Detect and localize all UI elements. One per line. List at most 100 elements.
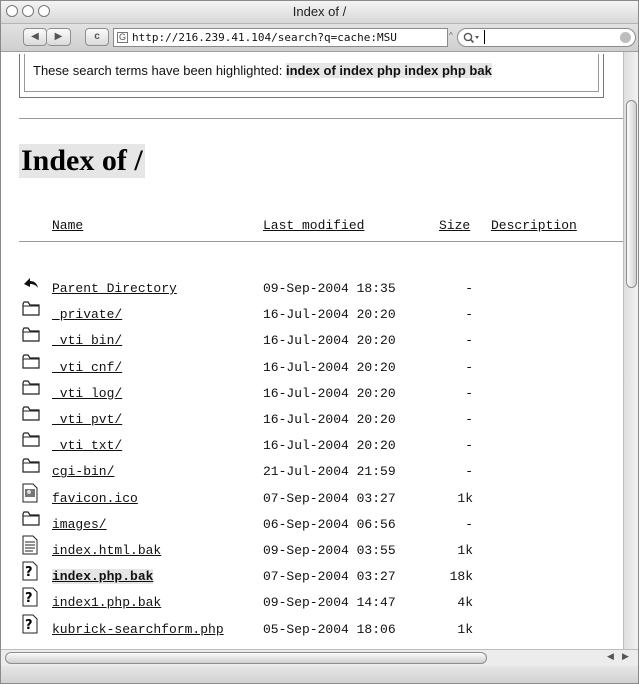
column-description-link[interactable]: Description xyxy=(491,218,577,233)
table-row: _vti_bin/16-Jul-2004 20:20 - xyxy=(1,327,623,355)
scroll-right-icon[interactable]: ▶ xyxy=(622,651,629,662)
scroll-left-icon[interactable]: ◀ xyxy=(607,651,614,662)
last-modified: 07-Sep-2004 03:27 xyxy=(263,490,396,506)
folder-icon[interactable] xyxy=(21,430,41,452)
page-title: Index of / xyxy=(19,144,145,178)
back-arrow-icon[interactable] xyxy=(21,273,41,295)
vertical-scrollbar[interactable] xyxy=(623,52,638,649)
file-size: - xyxy=(465,438,473,454)
title-bar: Index of / xyxy=(1,1,638,24)
file-link[interactable]: _vti_bin/ xyxy=(52,333,122,348)
file-size: - xyxy=(465,307,473,323)
last-modified: 16-Jul-2004 20:20 xyxy=(263,333,396,349)
folder-icon[interactable] xyxy=(21,404,41,426)
table-row: ? kubrick-searchform.php 05-Sep-2004 18:06… xyxy=(1,614,623,644)
svg-text:?: ? xyxy=(25,565,33,580)
table-row: cgi-bin/21-Jul-2004 21:59 - xyxy=(1,458,623,486)
file-link[interactable]: _vti_log/ xyxy=(52,386,122,401)
svg-text:?: ? xyxy=(25,618,33,633)
file-size: - xyxy=(465,464,473,480)
last-modified: 09-Sep-2004 18:35 xyxy=(263,281,396,296)
snapback-icon[interactable]: ^ xyxy=(449,31,453,40)
last-modified: 16-Jul-2004 20:20 xyxy=(263,359,396,375)
table-row: _vti_txt/16-Jul-2004 20:20 - xyxy=(1,432,623,460)
unknown-file-icon[interactable]: ? xyxy=(21,561,41,583)
file-link[interactable]: images/ xyxy=(52,517,107,532)
table-row: _vti_log/16-Jul-2004 20:20 - xyxy=(1,380,623,408)
page-content: These search terms have been highlighted… xyxy=(1,52,623,649)
last-modified: 16-Jul-2004 20:20 xyxy=(263,307,396,323)
file-size: 1k xyxy=(457,543,473,558)
folder-icon[interactable] xyxy=(21,456,41,478)
column-name-link[interactable]: Name xyxy=(52,218,83,233)
file-link[interactable]: Parent Directory xyxy=(52,281,177,296)
reload-button[interactable]: c xyxy=(85,28,109,46)
file-size: 4k xyxy=(457,595,473,611)
forward-button[interactable]: ▶ xyxy=(47,28,71,46)
file-link[interactable]: _private/ xyxy=(52,307,122,322)
svg-text:?: ? xyxy=(25,591,33,606)
address-url: http://216.239.41.104/search?q=cache:MSU xyxy=(132,31,397,44)
file-link[interactable]: index.html.bak xyxy=(52,543,161,558)
reload-icon: c xyxy=(94,31,100,42)
column-modified-link[interactable]: Last modified xyxy=(263,218,364,233)
file-size: - xyxy=(465,333,473,349)
column-size-link[interactable]: Size xyxy=(439,218,470,233)
table-row: images/06-Sep-2004 06:56 - xyxy=(1,511,623,539)
highlight-terms: index of index php index php bak xyxy=(285,63,492,78)
file-size: 18k xyxy=(449,569,473,585)
file-link[interactable]: index1.php.bak xyxy=(52,595,161,610)
file-size: - xyxy=(465,516,473,532)
last-modified: 21-Jul-2004 21:59 xyxy=(263,464,396,480)
last-modified: 09-Sep-2004 03:55 xyxy=(263,543,396,558)
text-file-icon[interactable] xyxy=(21,535,41,557)
clear-icon[interactable] xyxy=(620,32,631,43)
horizontal-scrollbar[interactable]: ◀ ▶ xyxy=(1,649,638,666)
window-title: Index of / xyxy=(292,4,347,19)
highlight-banner: These search terms have been highlighted… xyxy=(19,54,604,98)
folder-icon[interactable] xyxy=(21,352,41,374)
table-row: _vti_pvt/16-Jul-2004 20:20 - xyxy=(1,406,623,434)
header-divider xyxy=(19,241,623,242)
last-modified: 16-Jul-2004 20:20 xyxy=(263,412,396,427)
file-size: - xyxy=(465,385,473,401)
magnifier-icon xyxy=(463,32,479,44)
horizontal-scroll-thumb[interactable] xyxy=(5,652,487,664)
file-size: - xyxy=(465,281,473,296)
back-button[interactable]: ◀ xyxy=(23,28,47,46)
highlight-banner-inner: These search terms have been highlighted… xyxy=(24,54,599,92)
vertical-scroll-thumb[interactable] xyxy=(626,100,637,288)
browser-toolbar: ◀ ▶ c G http://216.239.41.104/search?q=c… xyxy=(1,24,638,52)
folder-icon[interactable] xyxy=(21,299,41,321)
file-link[interactable]: _vti_txt/ xyxy=(52,438,122,453)
address-bar[interactable]: G http://216.239.41.104/search?q=cache:M… xyxy=(113,28,448,47)
last-modified: 09-Sep-2004 14:47 xyxy=(263,595,396,611)
banner-divider xyxy=(19,118,623,119)
unknown-file-icon[interactable]: ? xyxy=(21,587,41,609)
table-row: ? index.php.bak 07-Sep-2004 03:27 18k xyxy=(1,561,623,591)
status-bar xyxy=(1,666,638,683)
file-link[interactable]: _vti_cnf/ xyxy=(52,360,122,375)
file-link[interactable]: cgi-bin/ xyxy=(52,464,114,479)
forward-arrow-icon: ▶ xyxy=(54,31,63,42)
table-row: ? index1.php.bak 09-Sep-2004 14:47 4k xyxy=(1,587,623,617)
last-modified: 06-Sep-2004 06:56 xyxy=(263,516,396,532)
table-row: _vti_cnf/16-Jul-2004 20:20 - xyxy=(1,353,623,382)
site-favicon-icon: G xyxy=(117,32,128,43)
folder-icon[interactable] xyxy=(21,509,41,531)
file-size: 1k xyxy=(457,621,473,637)
last-modified: 07-Sep-2004 03:27 xyxy=(263,569,396,585)
file-link[interactable]: kubrick-searchform.php xyxy=(52,622,224,637)
folder-icon[interactable] xyxy=(21,378,41,400)
unknown-file-icon[interactable]: ? xyxy=(21,614,41,636)
table-row: index.html.bak 09-Sep-2004 03:55 1k xyxy=(1,535,623,565)
file-size: - xyxy=(465,412,473,427)
file-link[interactable]: _vti_pvt/ xyxy=(52,412,122,427)
table-row: favicon.ico 07-Sep-2004 03:27 1k xyxy=(1,483,623,513)
image-file-icon[interactable] xyxy=(21,483,41,505)
file-link[interactable]: index.php.bak xyxy=(52,569,154,585)
search-field[interactable] xyxy=(457,28,636,47)
last-modified: 16-Jul-2004 20:20 xyxy=(263,438,396,454)
folder-icon[interactable] xyxy=(21,325,41,347)
file-link[interactable]: favicon.ico xyxy=(52,491,138,506)
